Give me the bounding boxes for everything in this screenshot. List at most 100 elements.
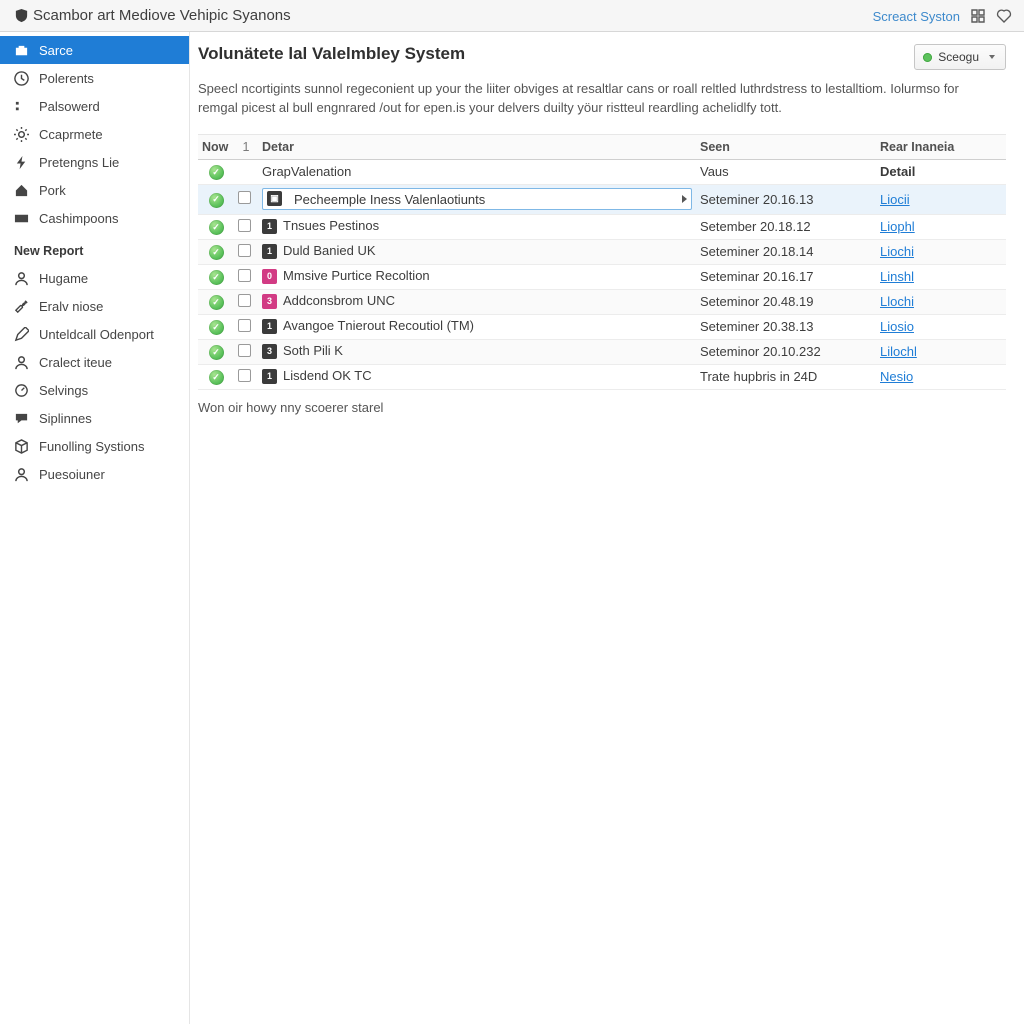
row-badge: 1	[262, 369, 277, 384]
row-name-text: GrapValenation	[262, 164, 351, 179]
row-seen: Vaus	[700, 164, 729, 179]
sidebar-item-label: Pork	[39, 183, 66, 198]
row-name-text: Tnsues Pestinos	[283, 218, 379, 233]
page-title: Volunätete lal Valelmbley System	[198, 44, 465, 64]
table-row[interactable]: 3Soth Pili K Seteminor 20.10.232 Lilochl	[198, 339, 1006, 364]
row-seen: Seteminor 20.48.19	[700, 294, 813, 309]
sidebar-item-siplinnes[interactable]: Siplinnes	[0, 404, 189, 432]
row-checkbox[interactable]	[238, 319, 251, 332]
col-seen[interactable]: Seen	[696, 134, 876, 159]
status-ok-icon	[209, 165, 224, 180]
list-icon	[14, 99, 29, 114]
sidebar: Sarce Polerents Palsowerd Ccaprmete Pret…	[0, 32, 190, 1024]
row-detail-link[interactable]: Liochi	[880, 244, 914, 259]
row-checkbox[interactable]	[238, 344, 251, 357]
shield-icon	[14, 8, 29, 23]
sidebar-item-pretengns lie[interactable]: Pretengns Lie	[0, 148, 189, 176]
main-panel: Volunätete lal Valelmbley System Sceogu …	[190, 32, 1024, 1024]
gear-icon	[14, 127, 29, 142]
sidebar-item-label: Funolling Systions	[39, 439, 145, 454]
grid-icon[interactable]	[970, 8, 986, 24]
table-row[interactable]: 1Lisdend OK TC Trate hupbris in 24D Nesi…	[198, 364, 1006, 389]
row-badge: 3	[262, 294, 277, 309]
sidebar-item-palsowerd[interactable]: Palsowerd	[0, 92, 189, 120]
cube-icon	[14, 439, 29, 454]
row-seen: Trate hupbris in 24D	[700, 369, 817, 384]
sidebar-item-sarce[interactable]: Sarce	[0, 36, 189, 64]
sidebar-item-label: Cashimpoons	[39, 211, 119, 226]
status-button[interactable]: Sceogu	[914, 44, 1006, 70]
row-name-input[interactable]: ▣ Pecheemple Iness Valenlaotiunts	[262, 188, 692, 210]
row-badge: 3	[262, 344, 277, 359]
row-name-text: Soth Pili K	[283, 343, 343, 358]
table-row[interactable]: 3Addconsbrom UNC Seteminor 20.48.19 Lloc…	[198, 289, 1006, 314]
row-detail-link[interactable]: Liosio	[880, 319, 914, 334]
sidebar-item-label: Siplinnes	[39, 411, 92, 426]
caret-right-icon	[682, 195, 687, 203]
clock-icon	[14, 71, 29, 86]
sidebar-item-eralv niose[interactable]: Eralv niose	[0, 292, 189, 320]
sidebar-item-selvings[interactable]: Selvings	[0, 376, 189, 404]
card-icon	[14, 211, 29, 226]
sidebar-item-cralect iteue[interactable]: Cralect iteue	[0, 348, 189, 376]
table-row[interactable]: 1 Tnsues Pestinos Setember 20.18.12 Lioph…	[198, 214, 1006, 239]
sidebar-item-cashimpoons[interactable]: Cashimpoons	[0, 204, 189, 232]
row-badge: ▣	[267, 191, 282, 206]
status-ok-icon	[209, 370, 224, 385]
row-detail-link[interactable]: Nesio	[880, 369, 913, 384]
sidebar-item-polerents[interactable]: Polerents	[0, 64, 189, 92]
bolt-icon	[14, 155, 29, 170]
sidebar-section-header: New Report	[0, 232, 189, 264]
status-ok-icon	[209, 245, 224, 260]
row-badge: 1	[262, 219, 277, 234]
sidebar-item-label: Polerents	[39, 71, 94, 86]
row-name-text: Pecheemple Iness Valenlaotiunts	[294, 192, 676, 207]
sidebar-item-funolling systions[interactable]: Funolling Systions	[0, 432, 189, 460]
table-row[interactable]: 1Avangoe Tnierout Recoutiol (TM) Setemin…	[198, 314, 1006, 339]
col-num[interactable]: 1	[234, 134, 258, 159]
sidebar-item-puesoiuner[interactable]: Puesoiuner	[0, 460, 189, 488]
row-name-text: Duld Banied UK	[283, 243, 376, 258]
sidebar-item-label: Selvings	[39, 383, 88, 398]
row-seen: Setember 20.18.12	[700, 219, 811, 234]
row-checkbox[interactable]	[238, 369, 251, 382]
sidebar-item-label: Ccaprmete	[39, 127, 103, 142]
table-row[interactable]: 0Mmsive Purtice Recoltion Seteminar 20.1…	[198, 264, 1006, 289]
col-link[interactable]: Rear Inaneia	[876, 134, 1006, 159]
row-detail-link[interactable]: Llochi	[880, 294, 914, 309]
status-ok-icon	[209, 345, 224, 360]
row-checkbox[interactable]	[238, 244, 251, 257]
sidebar-item-label: Palsowerd	[39, 99, 100, 114]
sidebar-item-ccaprmete[interactable]: Ccaprmete	[0, 120, 189, 148]
items-table: Now 1 Detar Seen Rear Inaneia GrapValena…	[198, 134, 1006, 390]
status-ok-icon	[209, 270, 224, 285]
dial-icon	[14, 383, 29, 398]
row-name-text: Mmsive Purtice Recoltion	[283, 268, 430, 283]
sidebar-item-pork[interactable]: Pork	[0, 176, 189, 204]
table-row[interactable]: ▣Pecheemple Iness Valenlaotiunts Setemin…	[198, 184, 1006, 214]
topbar: Scambor art Mediove Vehipic Syanons Scre…	[0, 0, 1024, 32]
table-row[interactable]: GrapValenation Vaus Detail	[198, 159, 1006, 184]
user-icon	[14, 467, 29, 482]
sidebar-item-unteldcall odenport[interactable]: Unteldcall Odenport	[0, 320, 189, 348]
sidebar-item-hugame[interactable]: Hugame	[0, 264, 189, 292]
col-name[interactable]: Detar	[258, 134, 696, 159]
row-detail-link[interactable]: Lilochl	[880, 344, 917, 359]
topbar-right: Screact Syston	[873, 0, 1012, 32]
row-name-text: Avangoe Tnierout Recoutiol (TM)	[283, 318, 474, 333]
status-dot-icon	[923, 53, 932, 62]
row-checkbox[interactable]	[238, 219, 251, 232]
briefcase-icon	[14, 43, 29, 58]
topbar-link[interactable]: Screact Syston	[873, 9, 960, 24]
row-detail-link[interactable]: Liophl	[880, 219, 915, 234]
row-detail-link[interactable]: Liocii	[880, 192, 910, 207]
row-checkbox[interactable]	[238, 191, 251, 204]
row-checkbox[interactable]	[238, 269, 251, 282]
heart-icon[interactable]	[996, 8, 1012, 24]
status-ok-icon	[209, 295, 224, 310]
table-row[interactable]: 1Duld Banied UK Seteminer 20.18.14 Lioch…	[198, 239, 1006, 264]
row-checkbox[interactable]	[238, 294, 251, 307]
home-icon	[14, 183, 29, 198]
col-status[interactable]: Now	[198, 134, 234, 159]
row-detail-link[interactable]: Linshl	[880, 269, 914, 284]
